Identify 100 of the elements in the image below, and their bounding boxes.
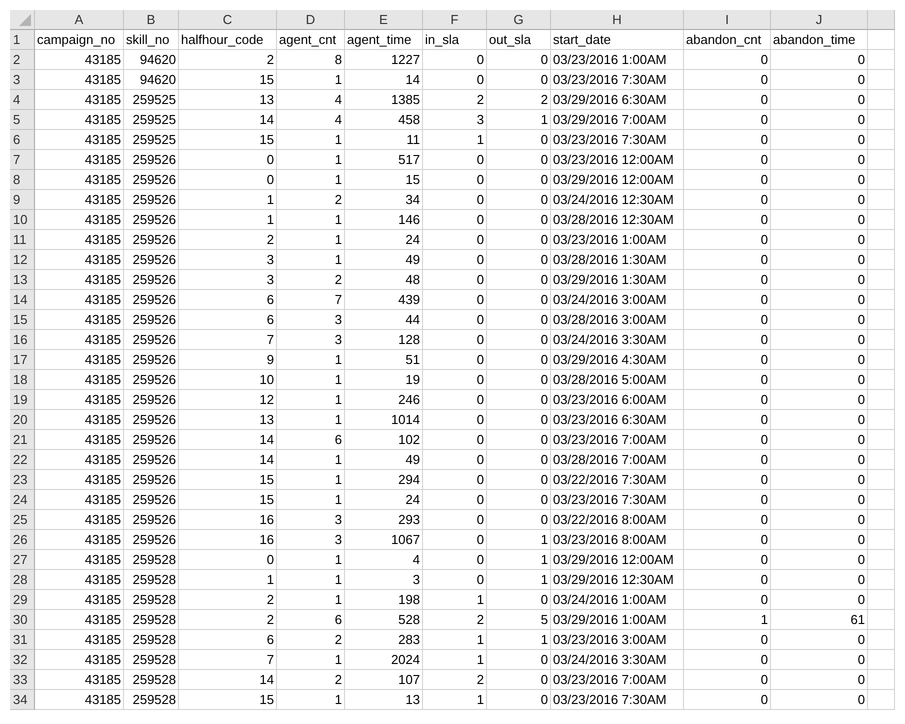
row-header[interactable]: 32 (10, 650, 35, 670)
table-cell: 0 (684, 130, 771, 150)
table-cell: 0 (487, 270, 551, 290)
table-cell: 1014 (345, 410, 423, 430)
row-header[interactable]: 2 (10, 50, 35, 70)
column-header[interactable]: A (35, 10, 124, 30)
table-cell: 10 (179, 370, 277, 390)
row-header[interactable]: 12 (10, 250, 35, 270)
row-header[interactable]: 21 (10, 430, 35, 450)
table-cell: 03/29/2016 12:30AM (551, 570, 684, 590)
column-header[interactable]: J (771, 10, 868, 30)
table-cell: 0 (487, 510, 551, 530)
empty-cell (868, 370, 895, 390)
row-header[interactable]: 22 (10, 450, 35, 470)
table-cell: 6 (277, 610, 345, 630)
column-header[interactable] (868, 10, 895, 30)
column-header[interactable]: B (124, 10, 179, 30)
table-cell: 107 (345, 670, 423, 690)
row-header[interactable]: 15 (10, 310, 35, 330)
column-header[interactable]: G (487, 10, 551, 30)
row-header[interactable]: 16 (10, 330, 35, 350)
table-cell: 03/23/2016 7:00AM (551, 670, 684, 690)
table-cell: 259526 (124, 190, 179, 210)
row-header[interactable]: 23 (10, 470, 35, 490)
table-cell: 49 (345, 250, 423, 270)
row-header[interactable]: 10 (10, 210, 35, 230)
column-header[interactable]: H (551, 10, 684, 30)
table-cell: 0 (487, 130, 551, 150)
row-header[interactable]: 19 (10, 390, 35, 410)
row-header[interactable]: 17 (10, 350, 35, 370)
table-cell: 03/23/2016 1:00AM (551, 50, 684, 70)
table-cell: 43185 (35, 150, 124, 170)
table-cell: 0 (423, 570, 487, 590)
empty-cell (868, 210, 895, 230)
row-header[interactable]: 27 (10, 550, 35, 570)
table-cell: 0 (771, 510, 868, 530)
row-header[interactable]: 29 (10, 590, 35, 610)
table-cell: 0 (684, 190, 771, 210)
row-header[interactable]: 30 (10, 610, 35, 630)
row-header[interactable]: 8 (10, 170, 35, 190)
table-cell: 0 (684, 50, 771, 70)
row-header[interactable]: 18 (10, 370, 35, 390)
table-cell: 0 (771, 430, 868, 450)
row-header[interactable]: 28 (10, 570, 35, 590)
table-cell: 0 (487, 690, 551, 710)
table-cell: 259526 (124, 250, 179, 270)
column-header[interactable]: D (277, 10, 345, 30)
row-header[interactable]: 1 (10, 30, 35, 50)
table-cell: 6 (179, 290, 277, 310)
table-cell: 0 (771, 370, 868, 390)
table-cell: 0 (179, 170, 277, 190)
table-cell: 03/29/2016 4:30AM (551, 350, 684, 370)
table-cell: 0 (684, 150, 771, 170)
column-header[interactable]: I (684, 10, 771, 30)
row-header[interactable]: 26 (10, 530, 35, 550)
empty-cell (868, 250, 895, 270)
row-header[interactable]: 25 (10, 510, 35, 530)
table-cell: 0 (684, 90, 771, 110)
table-cell: 0 (487, 250, 551, 270)
table-cell: 0 (684, 450, 771, 470)
table-cell: 61 (771, 610, 868, 630)
table-cell: 43185 (35, 250, 124, 270)
row-header[interactable]: 14 (10, 290, 35, 310)
table-cell: 0 (487, 430, 551, 450)
table-cell: 0 (423, 510, 487, 530)
row-header[interactable]: 11 (10, 230, 35, 250)
table-cell: 0 (771, 50, 868, 70)
row-header[interactable]: 13 (10, 270, 35, 290)
row-header[interactable]: 34 (10, 690, 35, 710)
table-cell: 0 (423, 490, 487, 510)
table-cell: 03/28/2016 3:00AM (551, 310, 684, 330)
select-all-icon[interactable] (19, 14, 31, 26)
table-cell: 0 (487, 210, 551, 230)
row-header[interactable]: 9 (10, 190, 35, 210)
column-header[interactable]: E (345, 10, 423, 30)
table-cell: 0 (684, 390, 771, 410)
row-header[interactable]: 6 (10, 130, 35, 150)
table-cell: 0 (684, 310, 771, 330)
table-cell: 1 (277, 490, 345, 510)
table-cell: 0 (684, 210, 771, 230)
row-header[interactable]: 4 (10, 90, 35, 110)
empty-cell (868, 150, 895, 170)
row-header[interactable]: 24 (10, 490, 35, 510)
row-header[interactable]: 7 (10, 150, 35, 170)
empty-cell (868, 550, 895, 570)
row-header[interactable]: 3 (10, 70, 35, 90)
table-cell: 0 (771, 130, 868, 150)
row-header[interactable]: 5 (10, 110, 35, 130)
table-cell: 0 (487, 370, 551, 390)
row-header[interactable]: 20 (10, 410, 35, 430)
column-header[interactable]: F (423, 10, 487, 30)
table-cell: 0 (423, 430, 487, 450)
table-cell: 13 (345, 690, 423, 710)
table-cell: 03/24/2016 1:00AM (551, 590, 684, 610)
row-header[interactable]: 33 (10, 670, 35, 690)
column-header[interactable]: C (179, 10, 277, 30)
row-header[interactable]: 31 (10, 630, 35, 650)
table-cell: 1 (277, 550, 345, 570)
table-cell: 0 (684, 430, 771, 450)
table-cell: 0 (684, 530, 771, 550)
